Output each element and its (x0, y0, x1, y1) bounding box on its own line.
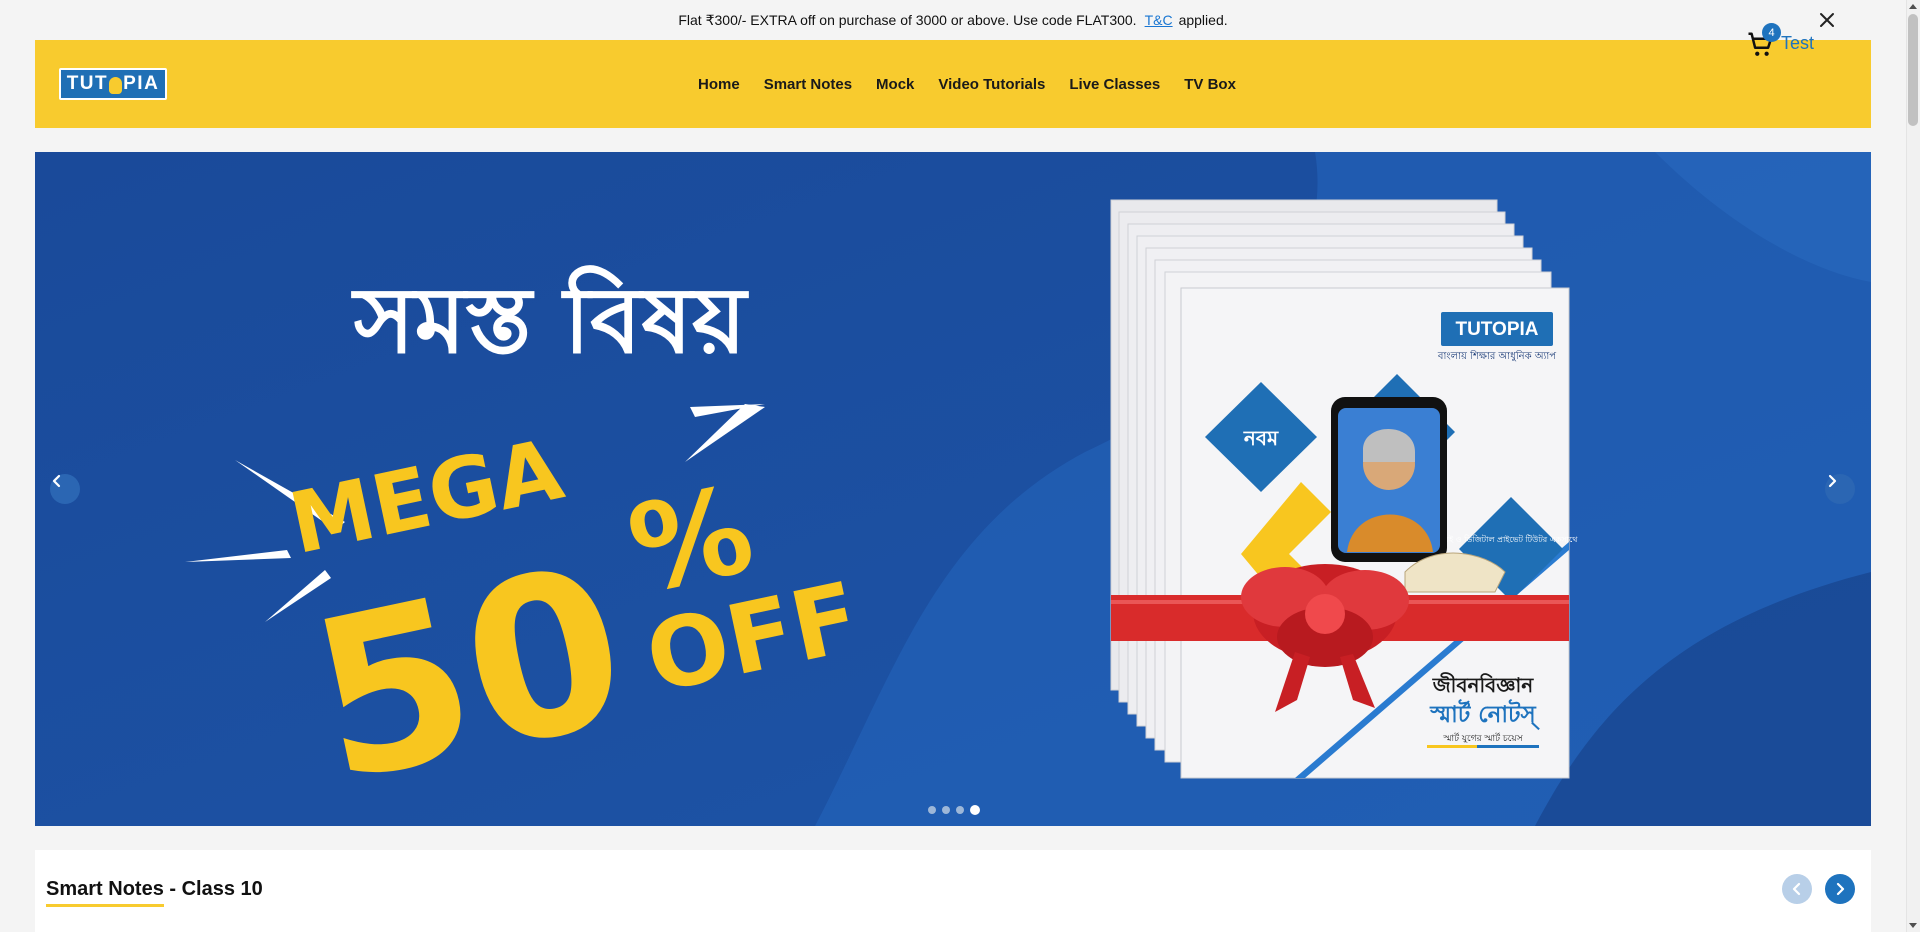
section-title: Smart Notes - Class 10 (46, 878, 263, 900)
nav-mock[interactable]: Mock (876, 76, 914, 93)
bulb-icon (109, 76, 123, 94)
book-stack: TUTOPIA বাংলায় শিক্ষার আধুনিক অ্যাপ নবম… (1110, 199, 1579, 779)
book-side-note: বই ও ডিজিটাল প্রাইভেট টিউটর একসাথে (1444, 534, 1579, 544)
carousel-dot-1[interactable] (928, 806, 936, 814)
carousel-dot-4[interactable] (970, 805, 980, 815)
scrollbar-thumb[interactable] (1908, 14, 1918, 126)
cart-count-badge: 4 (1762, 23, 1781, 42)
carousel-dot-3[interactable] (956, 806, 964, 814)
user-account-link[interactable]: Test (1781, 33, 1814, 54)
banner-headline: সমস্ত বিষয় (351, 265, 749, 374)
main-nav: Home Smart Notes Mock Video Tutorials Li… (698, 40, 1260, 128)
chevron-right-icon (1828, 474, 1837, 488)
nav-video-tutorials[interactable]: Video Tutorials (938, 76, 1045, 93)
smart-notes-section: Smart Notes - Class 10 (35, 850, 1871, 932)
nav-home[interactable]: Home (698, 76, 740, 93)
site-header: TUT PIA Home Smart Notes Mock Video Tutor… (35, 40, 1871, 128)
promo-bar: Flat ₹300/- EXTRA off on purchase of 300… (35, 0, 1871, 40)
chevron-left-icon (1792, 882, 1801, 896)
page-scrollbar[interactable] (1906, 0, 1920, 932)
book-series: স্মার্ট নোটস্ (1429, 699, 1540, 730)
book-brand-tagline: বাংলায় শিক্ষার আধুনিক অ্যাপ (1437, 350, 1556, 362)
book-class-label: নবম (1243, 426, 1279, 450)
close-icon (1820, 13, 1834, 27)
promo-suffix: applied. (1178, 12, 1228, 28)
carousel-next-button[interactable] (1825, 474, 1855, 504)
nav-smart-notes[interactable]: Smart Notes (764, 76, 852, 93)
chevron-left-icon (52, 474, 61, 488)
scroll-up-arrow-icon[interactable] (1909, 4, 1917, 9)
book-subject: জীবনবিজ্ঞান (1432, 672, 1534, 697)
tutopia-logo[interactable]: TUT PIA (59, 68, 167, 100)
close-promo-button[interactable] (1817, 10, 1837, 30)
book-series-tagline: স্মার্ট যুগের স্মার্ট চয়েস (1442, 732, 1523, 744)
section-title-underline (46, 904, 164, 907)
book-brand: TUTOPIA (1455, 319, 1538, 340)
scroll-down-arrow-icon[interactable] (1909, 923, 1917, 928)
nav-live-classes[interactable]: Live Classes (1069, 76, 1160, 93)
carousel-indicators (928, 805, 980, 815)
carousel-dot-2[interactable] (942, 806, 950, 814)
section-next-button[interactable] (1825, 874, 1855, 904)
terms-link[interactable]: T&C (1145, 12, 1173, 28)
nav-tv-box[interactable]: TV Box (1184, 76, 1236, 93)
promo-text: Flat ₹300/- EXTRA off on purchase of 300… (678, 11, 1137, 28)
chevron-right-icon (1836, 882, 1845, 896)
hero-carousel: সমস্ত বিষয় MEGA 50 % OFF TUTOPIA বাংলায… (35, 152, 1871, 826)
section-prev-button[interactable] (1782, 874, 1812, 904)
banner-artwork: সমস্ত বিষয় MEGA 50 % OFF TUTOPIA বাংলায… (35, 152, 1871, 826)
carousel-prev-button[interactable] (50, 474, 80, 504)
